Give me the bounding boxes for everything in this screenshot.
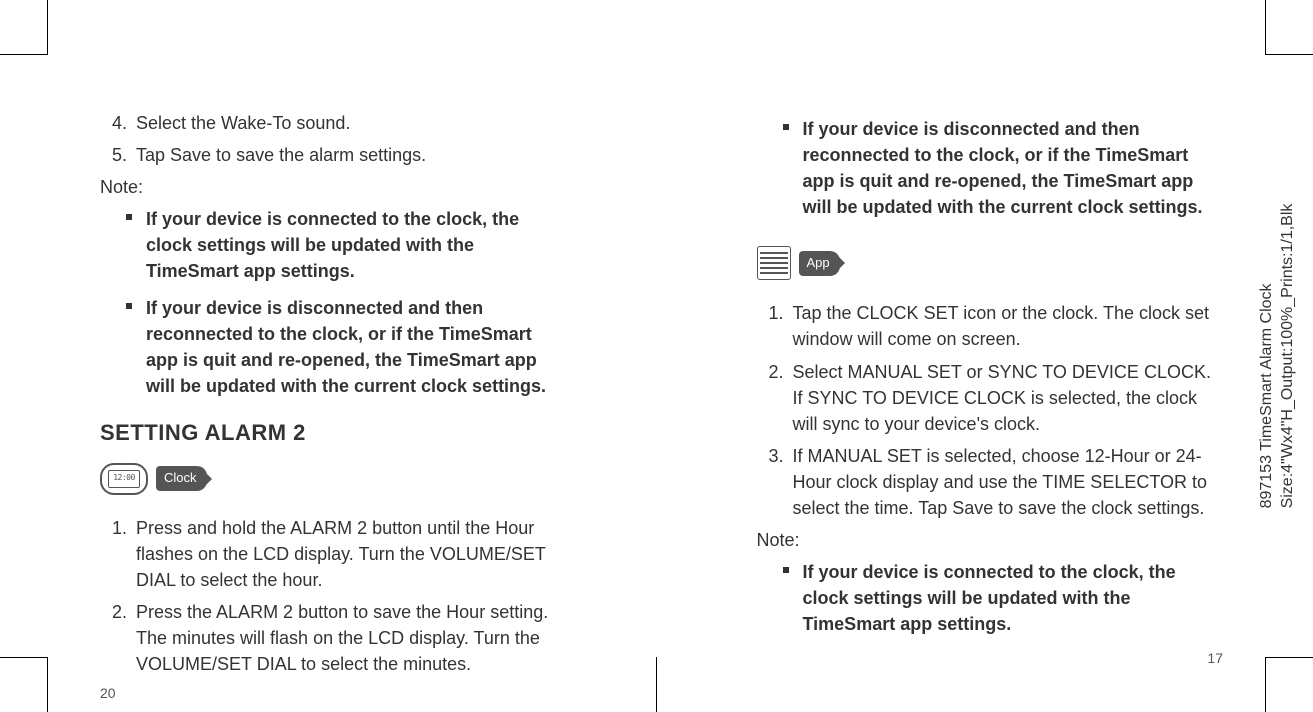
step-text: If MANUAL SET is selected, choose 12-Hou… (793, 446, 1208, 518)
list-item: Tap the CLOCK SET icon or the clock. The… (789, 300, 1224, 352)
page-right: If your device is disconnected and then … (657, 0, 1313, 712)
crop-mark (47, 657, 48, 712)
clock-badge-row: 12:00 Clock (100, 463, 567, 495)
print-job-label: 897153 TimeSmart Alarm Clock Size:4"Wx4"… (1257, 204, 1299, 509)
continued-steps-list: Select the Wake-To sound. Tap Save to sa… (100, 110, 567, 168)
page-number-right: 17 (757, 648, 1224, 668)
app-steps-list: Tap the CLOCK SET icon or the clock. The… (757, 300, 1224, 521)
crop-mark (1265, 0, 1266, 55)
note-label: Note: (100, 174, 567, 200)
list-item: Press the ALARM 2 button to save the Hou… (132, 599, 567, 677)
app-badge-row: App (757, 246, 1224, 280)
clock-badge-label: Clock (156, 466, 207, 491)
section-heading: SETTING ALARM 2 (100, 417, 567, 449)
crop-mark (0, 657, 47, 658)
step-text: Tap the CLOCK SET icon or the clock. The… (793, 303, 1210, 349)
list-item: If MANUAL SET is selected, choose 12-Hou… (789, 443, 1224, 521)
print-job-line2: Size:4"Wx4"H_Output:100%_Prints:1/1,Blk (1279, 204, 1296, 509)
note-item: If your device is connected to the clock… (789, 559, 1224, 637)
page-left: Select the Wake-To sound. Tap Save to sa… (0, 0, 657, 712)
list-item: Tap Save to save the alarm settings. (132, 142, 567, 168)
crop-mark (1265, 657, 1266, 712)
list-item: Select MANUAL SET or SYNC TO DEVICE CLOC… (789, 359, 1224, 437)
crop-mark (1266, 657, 1313, 658)
clock-lcd: 12:00 (108, 470, 140, 488)
note-item: If your device is disconnected and then … (789, 116, 1224, 220)
crop-mark (47, 0, 48, 55)
page-number-left: 20 (100, 683, 567, 703)
app-icon (757, 246, 791, 280)
note-list: If your device is connected to the clock… (100, 206, 567, 399)
note-item: If your device is disconnected and then … (132, 295, 567, 399)
alarm2-steps-list: Press and hold the ALARM 2 button until … (100, 515, 567, 678)
crop-mark (656, 657, 657, 712)
step-text: Tap Save to save the alarm settings. (136, 145, 426, 165)
note-list-bottom: If your device is connected to the clock… (757, 559, 1224, 637)
step-text: Select MANUAL SET or SYNC TO DEVICE CLOC… (793, 362, 1211, 434)
list-item: Select the Wake-To sound. (132, 110, 567, 136)
crop-mark (0, 54, 47, 55)
list-item: Press and hold the ALARM 2 button until … (132, 515, 567, 593)
step-text: Select the Wake-To sound. (136, 113, 350, 133)
clock-icon: 12:00 (100, 463, 148, 495)
print-job-line1: 897153 TimeSmart Alarm Clock (1258, 283, 1275, 508)
note-list-top: If your device is disconnected and then … (757, 116, 1224, 220)
crop-mark (1266, 54, 1313, 55)
note-label: Note: (757, 527, 1224, 553)
step-text: Press the ALARM 2 button to save the Hou… (136, 602, 548, 674)
app-badge-label: App (799, 251, 840, 276)
note-item: If your device is connected to the clock… (132, 206, 567, 284)
step-text: Press and hold the ALARM 2 button until … (136, 518, 546, 590)
